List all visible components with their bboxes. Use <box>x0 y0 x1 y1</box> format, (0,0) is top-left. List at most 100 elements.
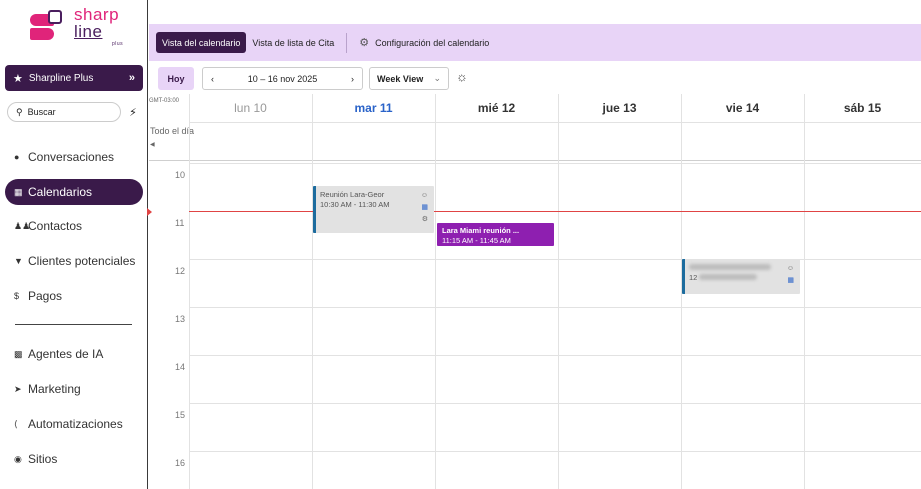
sidebar-item-agentes-ia[interactable]: ▩ Agentes de IA <box>5 341 143 367</box>
megaphone-icon: ➤ <box>14 383 22 394</box>
grid-line <box>189 94 190 489</box>
sidebar-item-marketing[interactable]: ➤ Marketing <box>5 376 143 402</box>
tab-settings-label: Configuración del calendario <box>375 37 490 48</box>
sidebar-item-sitios[interactable]: ◉ Sitios <box>5 446 143 472</box>
event-time: 10:30 AM - 11:30 AM <box>320 200 390 209</box>
grid-line <box>189 163 921 164</box>
grid-line <box>189 355 921 356</box>
grid-line <box>189 451 921 452</box>
status-icon: ☺ <box>786 265 794 272</box>
hour-label: 11 <box>175 218 185 228</box>
tab-list-view[interactable]: Vista de lista de Cita <box>246 32 340 53</box>
recurring-icon: ⚙ <box>421 216 428 223</box>
tab-calendar-view[interactable]: Vista del calendario <box>156 32 247 53</box>
globe-icon: ◉ <box>14 453 22 464</box>
search-input[interactable]: ⚲ Buscar <box>7 102 121 122</box>
date-range-navigator: ‹ 10 – 16 nov 2025 › <box>202 67 363 90</box>
chevron-down-icon: ⌄ <box>433 73 441 83</box>
current-time-line <box>189 211 921 212</box>
event-title: Reunión Lara-Geor <box>320 190 385 199</box>
chat-icon: ● <box>14 152 20 162</box>
sidebar-item-label: Marketing <box>28 382 81 396</box>
tab-separator <box>346 32 348 53</box>
sidebar-item-label: Pagos <box>28 289 63 303</box>
week-grid: GMT-03:00 Todo el día ◀ lun 10 mar 11 mi… <box>147 94 921 489</box>
grid-line <box>804 94 805 489</box>
next-week-chevron-icon[interactable]: › <box>351 74 354 84</box>
grid-line <box>435 94 436 489</box>
star-icon: ★ <box>13 72 23 85</box>
sidebar-item-label: Calendarios <box>28 185 93 199</box>
current-time-marker-icon <box>147 208 152 216</box>
workflow-icon: ⟨ <box>14 418 18 429</box>
sidebar-item-label: Agentes de IA <box>28 347 104 361</box>
dollar-icon: $ <box>14 291 20 301</box>
grid-line <box>149 160 921 161</box>
search-placeholder: Buscar <box>27 107 56 117</box>
calendar-icon: ▦ <box>14 186 23 197</box>
day-header[interactable]: jue 13 <box>558 94 681 122</box>
filter-icon: ▼ <box>14 256 23 266</box>
account-name: Sharpline Plus <box>28 72 94 84</box>
sidebar-item-label: Sitios <box>28 452 58 466</box>
all-day-label: Todo el día ◀ <box>150 125 194 151</box>
sidebar-item-label: Clientes potenciales <box>28 254 136 268</box>
all-day-text: Todo el día <box>150 126 195 136</box>
event-title: Lara Miami reunión ... <box>442 226 520 235</box>
view-select[interactable]: Week View ⌄ <box>369 67 449 90</box>
sidebar-item-label: Automatizaciones <box>28 417 123 431</box>
logo-sub: plus <box>112 41 124 47</box>
prev-week-chevron-icon[interactable]: ‹ <box>211 74 214 84</box>
google-calendar-icon: ▦ <box>787 277 794 284</box>
tab-calendar-settings[interactable]: ⚙ Configuración del calendario <box>353 32 495 53</box>
event-time-blurred: 12 <box>689 273 758 282</box>
sidebar: sharp line plus ★ Sharpline Plus » ⚲ Bus… <box>0 0 148 489</box>
sidebar-item-label: Contactos <box>28 219 83 233</box>
quick-actions-bolt-icon[interactable]: ⚡︎ <box>124 102 142 122</box>
sidebar-item-clientes-potenciales[interactable]: ▼ Clientes potenciales <box>5 248 143 274</box>
sidebar-item-label: Conversaciones <box>28 150 115 164</box>
sidebar-item-conversaciones[interactable]: ● Conversaciones <box>5 144 143 170</box>
account-switcher[interactable]: ★ Sharpline Plus » <box>5 65 143 91</box>
calendar-toolbar: Hoy ‹ 10 – 16 nov 2025 › Week View ⌄ ☼ <box>149 63 921 93</box>
date-range-label: 10 – 16 nov 2025 <box>247 73 318 84</box>
collapse-chevron-icon[interactable]: » <box>129 72 135 84</box>
hour-label: 15 <box>175 410 186 420</box>
day-header[interactable]: sáb 15 <box>804 94 921 122</box>
grid-line <box>189 259 921 260</box>
sidebar-item-automatizaciones[interactable]: ⟨ Automatizaciones <box>5 411 143 437</box>
sharpline-logo[interactable]: sharp line plus <box>28 6 128 47</box>
day-header[interactable]: vie 14 <box>681 94 804 122</box>
view-select-value: Week View <box>377 73 424 84</box>
grid-line <box>189 307 921 308</box>
collapse-arrow-icon[interactable]: ◀ <box>150 142 155 148</box>
hour-label: 10 <box>175 170 186 180</box>
sidebar-item-pagos[interactable]: $ Pagos <box>5 283 143 309</box>
grid-line <box>312 94 313 489</box>
day-header[interactable]: mar 11 <box>312 94 435 122</box>
status-icon: ☺ <box>420 192 428 199</box>
hour-label: 13 <box>175 314 186 324</box>
event-card-blurred[interactable]: 12 ☺ ▦ <box>682 259 800 294</box>
event-card[interactable]: Reunión Lara-Geor 10:30 AM - 11:30 AM ☺ … <box>313 186 434 233</box>
timezone-label: GMT-03:00 <box>149 98 180 104</box>
event-card[interactable]: Lara Miami reunión ... 11:15 AM - 11:45 … <box>437 223 554 246</box>
robot-icon: ▩ <box>14 348 23 359</box>
grid-line <box>558 94 559 489</box>
contacts-icon: ♟♟ <box>14 220 31 231</box>
day-header[interactable]: lun 10 <box>189 94 312 122</box>
sidebar-divider <box>15 324 132 325</box>
calendar-tabs: Vista del calendario Vista de lista de C… <box>149 24 921 61</box>
grid-line <box>189 122 921 123</box>
day-header[interactable]: mié 12 <box>435 94 558 122</box>
hour-label: 12 <box>175 266 186 276</box>
google-calendar-icon: ▦ <box>421 204 428 211</box>
search-icon: ⚲ <box>16 106 23 117</box>
sidebar-item-contactos[interactable]: ♟♟ Contactos <box>5 213 143 239</box>
hour-label: 14 <box>175 362 186 372</box>
today-button[interactable]: Hoy <box>158 67 194 90</box>
hour-label: 16 <box>175 458 186 468</box>
theme-toggle-sun-icon[interactable]: ☼ <box>456 69 468 84</box>
sidebar-item-calendarios[interactable]: ▦ Calendarios <box>5 179 143 205</box>
event-time: 11:15 AM - 11:45 AM <box>442 236 511 245</box>
